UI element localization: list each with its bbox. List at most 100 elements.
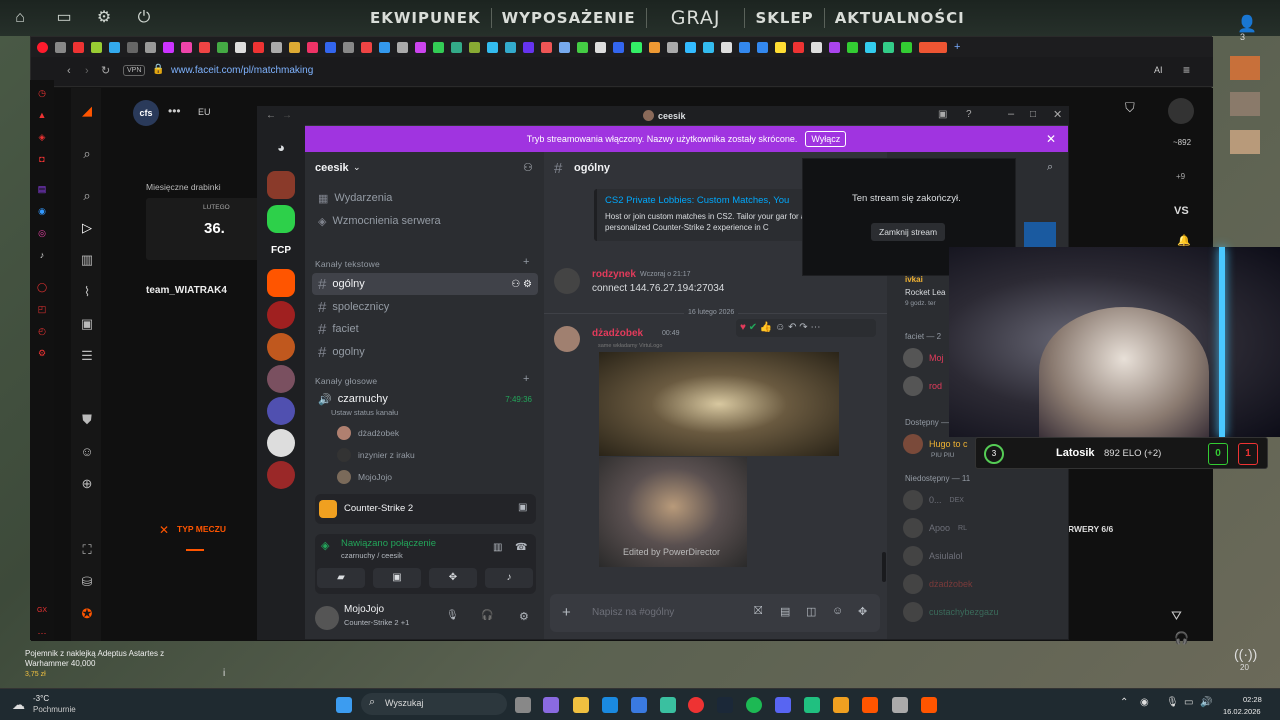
edge-icon[interactable] xyxy=(602,697,618,713)
ai-button[interactable]: AI xyxy=(1154,65,1163,75)
lobby-icon[interactable]: ⌕ xyxy=(79,188,95,204)
messenger-icon[interactable]: ◈ xyxy=(35,130,49,144)
forward-icon[interactable]: → xyxy=(282,110,292,121)
server-icon[interactable] xyxy=(267,301,295,329)
avatar[interactable] xyxy=(554,268,580,294)
app-icon[interactable] xyxy=(892,697,908,713)
tab-icon[interactable] xyxy=(217,41,228,53)
add-voice-icon[interactable]: + xyxy=(523,373,529,385)
tab-icon[interactable] xyxy=(649,41,660,53)
more-icon[interactable]: ⋯ xyxy=(35,626,49,640)
user-name[interactable]: MojoJojo xyxy=(344,604,384,615)
heart-reaction-icon[interactable]: ♥ xyxy=(740,322,746,333)
tab-icon[interactable] xyxy=(55,41,66,53)
inbox-icon[interactable]: ▣ xyxy=(938,109,947,120)
tiktok-icon[interactable]: ♪ xyxy=(35,248,49,262)
server-icon[interactable] xyxy=(267,333,295,361)
add-channel-icon[interactable]: + xyxy=(523,256,529,268)
task-view-icon[interactable] xyxy=(515,697,531,713)
tray-chevron-icon[interactable]: ⌃ xyxy=(1120,697,1128,708)
link-embed[interactable]: CS2 Private Lobbies: Custom Matches, You… xyxy=(594,189,824,241)
settings-icon[interactable]: ⚙ xyxy=(35,346,49,360)
faceit-server-icon[interactable] xyxy=(267,269,295,297)
vpn-badge[interactable]: VPN xyxy=(123,65,146,76)
tab-icon[interactable] xyxy=(847,41,858,53)
history-icon[interactable]: ◷ xyxy=(35,86,49,100)
clock-time[interactable]: 02:28 xyxy=(1243,695,1262,704)
tab-icon[interactable] xyxy=(865,41,876,53)
close-icon[interactable]: ✕ xyxy=(1053,108,1062,121)
faceit-icon[interactable] xyxy=(921,697,937,713)
tab-icon[interactable] xyxy=(523,41,534,53)
network-icon[interactable]: ▭ xyxy=(1184,697,1193,708)
reply-icon[interactable]: ↶ xyxy=(788,322,796,333)
focus-icon[interactable]: ⛶ xyxy=(79,542,95,558)
maximize-icon[interactable]: □ xyxy=(1030,109,1036,120)
opera-ai-icon[interactable]: ▲ xyxy=(35,108,49,122)
tab-icon[interactable] xyxy=(307,41,318,53)
twitch-icon[interactable]: ▤ xyxy=(35,182,49,196)
back-icon[interactable]: ← xyxy=(266,110,276,121)
soundboard-button[interactable]: ♪ xyxy=(485,568,533,588)
user-avatar[interactable] xyxy=(315,606,339,630)
app-icon[interactable] xyxy=(804,697,820,713)
temperature[interactable]: -3°C xyxy=(33,694,49,703)
menu-store[interactable]: SKLEP xyxy=(745,8,825,28)
opera-gx-icon[interactable] xyxy=(688,697,704,713)
tab-icon[interactable] xyxy=(361,41,372,53)
member-item[interactable]: custachybezgazu xyxy=(903,602,999,622)
tab-icon[interactable] xyxy=(343,41,354,53)
minimize-icon[interactable]: – xyxy=(1008,108,1014,120)
headphones-icon[interactable]: 🎧 xyxy=(481,610,493,621)
instagram-icon[interactable]: ◎ xyxy=(35,226,49,240)
list-icon[interactable]: ☰ xyxy=(79,348,95,364)
new-tab-icon[interactable]: + xyxy=(954,41,965,53)
close-banner-icon[interactable]: ✕ xyxy=(1046,132,1056,146)
events-item[interactable]: ▦ Wydarzenia xyxy=(312,187,538,209)
help-icon[interactable]: ? xyxy=(966,109,972,120)
member-item[interactable]: Moj xyxy=(903,348,944,368)
search-icon[interactable]: ⌕ xyxy=(1047,161,1053,174)
friend-avatar[interactable] xyxy=(1230,92,1260,116)
tab-icon[interactable] xyxy=(235,41,246,53)
tab-icon[interactable] xyxy=(631,41,642,53)
tab-icon[interactable] xyxy=(595,41,606,53)
gx-icon[interactable]: ◘ xyxy=(35,152,49,166)
member-item[interactable]: Hugo to c xyxy=(903,434,968,454)
home-icon[interactable]: ⌂ xyxy=(10,8,30,28)
boosts-item[interactable]: ◈ Wzmocnienia serwera xyxy=(312,210,538,232)
gif-icon[interactable]: ▤ xyxy=(780,605,790,618)
tab-icon[interactable] xyxy=(415,41,426,53)
shield-icon[interactable]: ⛉ xyxy=(1125,100,1135,116)
user-settings-icon[interactable]: ⚙ xyxy=(519,610,529,623)
close-stream-button[interactable]: Zamknij stream xyxy=(871,223,946,241)
tab-icon[interactable] xyxy=(469,41,480,53)
server-icon[interactable] xyxy=(267,461,295,489)
server-icon[interactable] xyxy=(267,397,295,425)
add-icon[interactable]: ⊕ xyxy=(79,476,95,492)
search-box[interactable]: ⌕ Wyszukaj xyxy=(361,693,507,715)
server-icon[interactable] xyxy=(267,205,295,233)
tab-icon[interactable] xyxy=(451,41,462,53)
channel-ogolny-active[interactable]: # ogólny ⚇ ⚙ xyxy=(312,273,538,295)
profile-icon[interactable]: ☺ xyxy=(79,444,95,460)
scrollbar[interactable] xyxy=(882,552,886,582)
server-icon[interactable] xyxy=(267,429,295,457)
tab-icon[interactable] xyxy=(163,41,174,53)
url-field[interactable]: www.faceit.com/pl/matchmaking xyxy=(171,65,313,76)
search-icon[interactable]: ⌕ xyxy=(79,146,95,162)
inventory-icon[interactable]: ▭ xyxy=(54,8,74,28)
faceit-logo-icon[interactable]: ⛛ xyxy=(1171,608,1182,624)
message-author[interactable]: dżadżobek xyxy=(592,328,643,339)
forward-icon[interactable]: ↷ xyxy=(799,322,807,333)
graph-icon[interactable]: ⌇ xyxy=(79,284,95,300)
info-icon[interactable]: i xyxy=(223,668,225,679)
weather-icon[interactable]: ☁ xyxy=(12,697,25,713)
voice-user[interactable]: MojoJojo xyxy=(337,470,392,484)
message-input[interactable]: Napisz na #ogólny xyxy=(592,607,674,618)
clan-icon[interactable]: ⛊ xyxy=(79,412,95,428)
channel-spolecznicy[interactable]: # spolecznicy xyxy=(312,296,538,318)
gift-icon[interactable]: ⛝ xyxy=(754,605,762,618)
video-frame-1[interactable] xyxy=(599,352,839,456)
tab-icon[interactable] xyxy=(703,41,714,53)
